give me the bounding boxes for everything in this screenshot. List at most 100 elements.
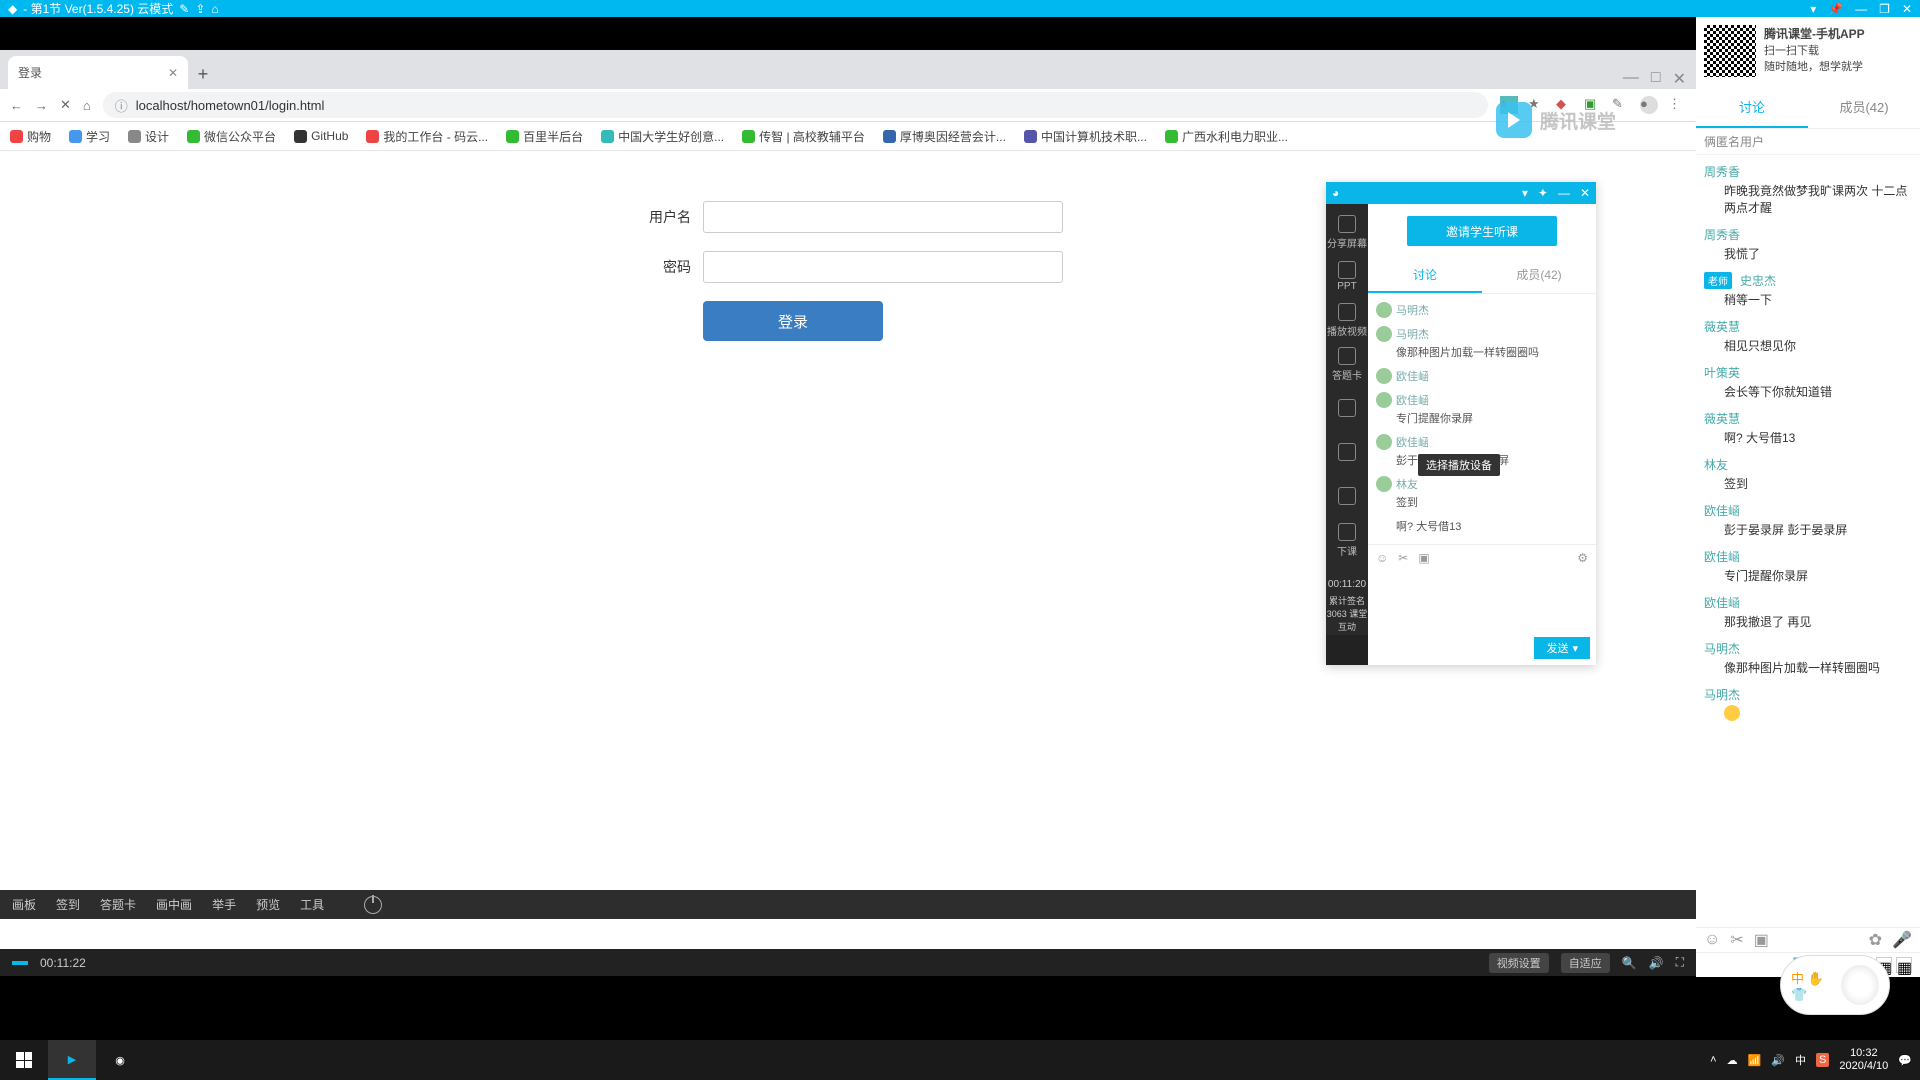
toolbar-item[interactable]: 画板 <box>12 896 36 913</box>
bookmark-item[interactable]: 中国计算机技术职... <box>1024 128 1147 145</box>
volume-icon[interactable]: 🔊 <box>1649 956 1664 970</box>
search-icon[interactable]: 🔍 <box>1622 956 1637 970</box>
scissors-icon[interactable]: ✂ <box>1398 551 1408 565</box>
bookmark-item[interactable]: 微信公众平台 <box>187 128 276 145</box>
taskbar-app-obs[interactable]: ◉ <box>96 1040 144 1080</box>
bookmark-item[interactable]: 中国大学生好创意... <box>601 128 724 145</box>
rp-message: 薇英慧啊? 大号借13 <box>1704 410 1912 446</box>
flower-icon[interactable]: ✿ <box>1869 930 1882 950</box>
password-input[interactable] <box>703 251 1063 283</box>
taskbar-app[interactable]: ▶ <box>48 1040 96 1080</box>
power-icon[interactable] <box>364 896 382 914</box>
send-button[interactable]: 发送▾ <box>1534 637 1590 659</box>
tray-up-icon[interactable]: ˄ <box>1710 1054 1716 1066</box>
win-maximize-icon[interactable]: □ <box>1651 69 1661 89</box>
sidebar-tool[interactable]: 播放视频 <box>1326 298 1368 342</box>
bookmark-item[interactable]: 购物 <box>10 128 51 145</box>
send-dropdown-icon[interactable]: ▾ <box>1572 642 1578 655</box>
share-icon[interactable]: ⇪ <box>195 2 205 16</box>
sidebar-tool[interactable] <box>1326 430 1368 474</box>
browser-tab[interactable]: 登录 ✕ <box>8 56 188 89</box>
chat-textarea[interactable] <box>1368 571 1596 631</box>
image-icon[interactable]: ▣ <box>1418 551 1429 565</box>
sidebar-tool[interactable] <box>1326 474 1368 518</box>
play-progress[interactable] <box>12 961 28 965</box>
bookmark-item[interactable]: 百里半后台 <box>506 128 583 145</box>
chat-pin-icon[interactable]: ✦ <box>1538 186 1548 200</box>
mascot-bubble[interactable]: 中 ✋ 👕 <box>1780 955 1890 1015</box>
sidebar-tool[interactable]: 下课 <box>1326 518 1368 562</box>
avatar-icon[interactable]: ● <box>1640 96 1658 114</box>
chat-close-icon[interactable]: ✕ <box>1580 186 1590 200</box>
tab-close-icon[interactable]: ✕ <box>168 66 178 80</box>
bookmark-item[interactable]: 厚博奥因经营会计... <box>883 128 1006 145</box>
bookmark-item[interactable]: 我的工作台 - 码云... <box>366 128 488 145</box>
chat-tab-members[interactable]: 成员(42) <box>1482 258 1596 293</box>
toolbar-item[interactable]: 工具 <box>300 896 324 913</box>
toolbar-item[interactable]: 预览 <box>256 896 280 913</box>
forward-icon[interactable]: → <box>35 98 48 113</box>
bookmark-item[interactable]: 设计 <box>128 128 169 145</box>
dropdown-icon[interactable]: ▾ <box>1810 2 1816 16</box>
toolbar-item[interactable]: 答题卡 <box>100 896 136 913</box>
address-bar[interactable]: ⓘ localhost/hometown01/login.html <box>103 92 1488 118</box>
maximize-icon[interactable]: ❐ <box>1879 2 1890 16</box>
video-settings-button[interactable]: 视频设置 <box>1489 953 1549 973</box>
fullscreen-icon[interactable]: ⛶ <box>1676 955 1684 970</box>
toolbar-item[interactable]: 画中画 <box>156 896 192 913</box>
rp-tab-members[interactable]: 成员(42) <box>1808 87 1920 128</box>
tray-cloud-icon[interactable]: ☁ <box>1727 1054 1738 1067</box>
bookmark-item[interactable]: 学习 <box>69 128 110 145</box>
video-quality-button[interactable]: 自适应 <box>1561 953 1610 973</box>
win-close-icon[interactable]: ✕ <box>1673 69 1686 89</box>
emoji-icon[interactable]: ☺ <box>1704 931 1720 949</box>
new-tab-button[interactable]: + <box>188 59 218 89</box>
sidebar-tool[interactable] <box>1326 386 1368 430</box>
video-time: 00:11:22 <box>40 956 86 970</box>
chat-header[interactable]: ◕ ▾ ✦ — ✕ <box>1326 182 1596 204</box>
edit-icon[interactable]: ✎ <box>179 2 189 16</box>
rp-message: 欧佳崡彭于晏录屏 彭于晏录屏 <box>1704 502 1912 538</box>
sidebar-tool[interactable]: 分享屏幕 <box>1326 210 1368 254</box>
tray-sogou-icon[interactable]: S <box>1816 1053 1829 1067</box>
invite-button[interactable]: 邀请学生听课 <box>1407 216 1557 246</box>
chat-dropdown-icon[interactable]: ▾ <box>1522 186 1528 200</box>
sidebar-tool[interactable]: PPT <box>1326 254 1368 298</box>
menu-icon[interactable]: ⋮ <box>1668 96 1686 114</box>
image-icon[interactable]: ▣ <box>1754 930 1769 950</box>
video-watermark: 腾讯课堂 <box>1496 102 1616 138</box>
start-button[interactable] <box>0 1040 48 1080</box>
chat-minimize-icon[interactable]: — <box>1558 186 1570 200</box>
emoji-icon[interactable]: ☺ <box>1376 551 1388 565</box>
windows-taskbar: ▶ ◉ ˄ ☁ 📶 🔊 中 S 10:32 2020/4/10 💬 <box>0 1040 1920 1080</box>
anon-users: 俩匿名用户 <box>1696 129 1920 155</box>
taskbar-clock[interactable]: 10:32 2020/4/10 <box>1839 1047 1888 1073</box>
bookmark-item[interactable]: 传智 | 高校教辅平台 <box>742 128 865 145</box>
app-promo-sub2: 随时随地，想学就学 <box>1764 58 1865 74</box>
toolbar-item[interactable]: 举手 <box>212 896 236 913</box>
back-icon[interactable]: ← <box>10 98 23 113</box>
tool-square[interactable]: ▦ <box>1896 957 1912 973</box>
rp-tab-discuss[interactable]: 讨论 <box>1696 87 1808 128</box>
tray-volume-icon[interactable]: 🔊 <box>1771 1054 1785 1067</box>
mic-icon[interactable]: 🎤 <box>1892 930 1912 950</box>
chat-tab-discuss[interactable]: 讨论 <box>1368 258 1482 293</box>
reload-icon[interactable]: ✕ <box>60 97 71 113</box>
pin-icon[interactable]: 📌 <box>1828 2 1843 16</box>
minimize-icon[interactable]: — <box>1855 2 1867 16</box>
username-input[interactable] <box>703 201 1063 233</box>
home-icon[interactable]: ⌂ <box>211 2 218 16</box>
gear-icon[interactable]: ⚙ <box>1577 551 1588 565</box>
tray-notif-icon[interactable]: 💬 <box>1898 1054 1912 1067</box>
scissors-icon[interactable]: ✂ <box>1730 930 1743 950</box>
tray-ime-icon[interactable]: 中 <box>1795 1052 1806 1068</box>
toolbar-item[interactable]: 签到 <box>56 896 80 913</box>
login-button[interactable]: 登录 <box>703 301 883 341</box>
bookmark-item[interactable]: 广西水利电力职业... <box>1165 128 1288 145</box>
sidebar-tool[interactable]: 答题卡 <box>1326 342 1368 386</box>
home-nav-icon[interactable]: ⌂ <box>83 98 91 113</box>
bookmark-item[interactable]: GitHub <box>294 129 348 143</box>
win-minimize-icon[interactable]: — <box>1623 69 1639 89</box>
tray-wifi-icon[interactable]: 📶 <box>1748 1054 1762 1067</box>
close-icon[interactable]: ✕ <box>1902 2 1912 16</box>
